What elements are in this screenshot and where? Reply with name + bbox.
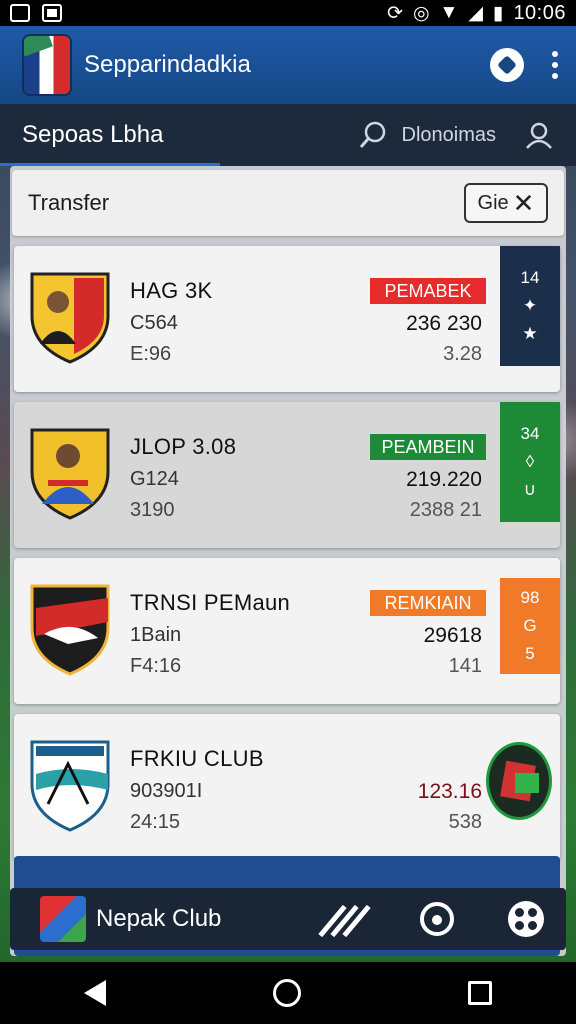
club-emblem-icon[interactable] <box>486 742 552 820</box>
club-crest-icon <box>28 578 112 676</box>
transfer-fee: 219.220 <box>406 468 482 491</box>
system-navigation <box>0 962 576 1024</box>
club-crest-icon <box>28 734 112 832</box>
signal-icon: ◢ <box>468 2 483 24</box>
apps-grid-icon[interactable] <box>508 901 544 937</box>
side-marker-icon: G <box>523 616 537 635</box>
status-badge: REMKIAIN <box>370 590 486 616</box>
section-action-label[interactable]: Dlonoimas <box>402 124 496 147</box>
wifi-icon: ▼ <box>439 2 459 23</box>
recent-apps-icon[interactable] <box>468 981 493 1005</box>
transfer-sub-value: 141 <box>448 655 482 677</box>
emoji-icon[interactable] <box>420 902 454 936</box>
status-badge: PEMABEK <box>370 278 486 304</box>
transfer-sub-value: 2388 21 <box>409 499 482 521</box>
notification-icon <box>10 4 30 22</box>
side-tab[interactable]: 34 ◊ ∪ <box>500 402 560 522</box>
transfer-card[interactable]: JLOP 3.08 G124 3190 PEAMBEIN 219.220 238… <box>14 402 560 548</box>
club-logo-icon[interactable] <box>40 896 86 942</box>
transfer-panel: Transfer Gie ✕ HAG 3K C564 E:96 PEMABEK … <box>10 166 566 956</box>
side-tab[interactable]: 98 G 5 <box>500 578 560 674</box>
close-icon: ✕ <box>512 188 535 218</box>
profile-icon[interactable] <box>524 120 554 150</box>
transfer-title: Transfer <box>28 190 110 215</box>
bottom-navigation: Nepak Club <box>10 888 566 950</box>
player-date: 3190 <box>130 499 175 521</box>
club-code: 903901I <box>130 780 203 802</box>
club-crest-icon <box>28 266 112 364</box>
club-crest-icon <box>28 422 112 520</box>
side-marker-icon: 5 <box>525 644 535 663</box>
player-code: 1Bain <box>130 624 182 646</box>
player-date: E:96 <box>130 343 172 365</box>
player-code: G124 <box>130 468 179 490</box>
back-icon[interactable] <box>83 980 106 1006</box>
side-star-icon: ✦ <box>522 296 538 315</box>
player-date: F4:16 <box>130 655 182 677</box>
transfer-card[interactable]: HAG 3K C564 E:96 PEMABEK 236 230 3.28 14… <box>14 246 560 392</box>
player-name: JLOP 3.08 <box>130 434 237 459</box>
app-logo <box>24 36 70 94</box>
player-name: TRNSI PEMaun <box>130 590 291 615</box>
side-marker-icon: ∪ <box>523 480 537 499</box>
transfer-fee: 236 230 <box>406 312 482 335</box>
section-title[interactable]: Sepoas Lbha <box>22 121 163 149</box>
alarm-icon: ◎ <box>412 2 430 24</box>
transfer-button-label: Gie <box>477 191 509 214</box>
transfer-sub-value: 538 <box>448 811 482 833</box>
search-icon[interactable] <box>358 120 388 150</box>
side-tab-value: 14 <box>520 268 540 287</box>
section-bar: Sepoas Lbha Dlonoimas <box>0 104 576 166</box>
club-name: FRKIU CLUB <box>130 746 264 771</box>
status-bar: ⟳ ◎ ▼ ◢ ▮ 10:06 <box>0 0 576 26</box>
player-name: HAG 3K <box>130 278 213 303</box>
sync-icon: ⟳ <box>387 2 403 24</box>
transfer-card[interactable]: TRNSI PEMaun 1Bain F4:16 REMKIAIN 29618 … <box>14 558 560 704</box>
transfer-card[interactable]: FRKIU CLUB 903901I 24:15 123.16 538 <box>14 714 560 860</box>
gallery-icon <box>42 4 62 22</box>
more-menu-icon[interactable] <box>552 51 558 79</box>
club-date: 24:15 <box>130 811 181 833</box>
status-badge: PEAMBEIN <box>370 434 486 460</box>
app-title: Sepparindadkia <box>84 51 251 78</box>
club-name-label[interactable]: Nepak Club <box>96 905 221 933</box>
clock: 10:06 <box>513 1 566 24</box>
side-tab-value: 34 <box>520 424 540 443</box>
transfer-fee: 123.16 <box>417 780 482 803</box>
transfer-fee: 29618 <box>423 624 482 647</box>
menu-stripes-icon[interactable] <box>318 902 371 938</box>
player-code: C564 <box>130 312 178 334</box>
side-tab[interactable]: 14 ✦ ★ <box>500 246 560 366</box>
app-bar: Sepparindadkia <box>0 26 576 104</box>
soccer-ball-icon[interactable] <box>490 48 524 82</box>
side-star-icon: ★ <box>522 324 538 343</box>
side-marker-icon: ◊ <box>525 452 535 471</box>
home-icon[interactable] <box>272 979 301 1007</box>
transfer-header: Transfer Gie ✕ <box>12 170 564 236</box>
transfer-close-button[interactable]: Gie ✕ <box>464 183 548 223</box>
battery-icon: ▮ <box>492 2 504 24</box>
transfer-sub-value: 3.28 <box>443 343 482 365</box>
side-tab-value: 98 <box>520 588 540 607</box>
